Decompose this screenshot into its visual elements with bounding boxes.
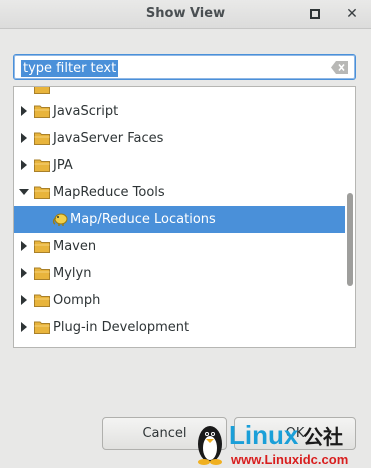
expand-arrow-icon[interactable]	[19, 268, 29, 278]
tree-item-maven[interactable]: Maven	[14, 233, 345, 260]
expand-arrow-icon[interactable]	[19, 241, 29, 251]
folder-icon	[34, 321, 50, 334]
watermark-brand: Linux	[229, 420, 299, 450]
tree-item-label: JPA	[53, 158, 73, 173]
tree-item-mapreduce-tools[interactable]: MapReduce Tools	[14, 179, 345, 206]
tree-item-jpa[interactable]: JPA	[14, 152, 345, 179]
tree-item-label: Oomph	[53, 293, 101, 308]
clear-text-icon[interactable]	[331, 61, 349, 74]
tree-item-label: Plug-in Development	[53, 320, 190, 335]
tree-item-oomph[interactable]: Oomph	[14, 287, 345, 314]
tree-item-label: Mylyn	[53, 266, 92, 281]
maximize-button[interactable]	[306, 5, 324, 23]
tree-item-label: JavaScript	[53, 104, 119, 119]
close-icon: ✕	[346, 6, 358, 22]
tree-item-label: JavaServer Faces	[53, 131, 164, 146]
tree-item-plug-in-development[interactable]: Plug-in Development	[14, 314, 345, 341]
folder-icon	[34, 105, 50, 118]
expand-arrow-icon[interactable]	[19, 160, 29, 170]
watermark-suffix: 公社	[303, 425, 343, 449]
tree-item-label: Map/Reduce Locations	[70, 212, 216, 227]
folder-icon	[34, 240, 50, 253]
tree-item-javaserver-faces[interactable]: JavaServer Faces	[14, 125, 345, 152]
tree-item-label: Maven	[53, 239, 97, 254]
title-bar: Show View ✕	[0, 0, 371, 29]
scrollbar-thumb[interactable]	[347, 193, 353, 286]
watermark-logo: Linux 公社 www.Linuxidc.com	[198, 420, 348, 467]
expand-arrow-icon[interactable]	[19, 133, 29, 143]
folder-open-icon	[34, 186, 50, 199]
expand-arrow-icon[interactable]	[19, 295, 29, 305]
folder-icon	[34, 267, 50, 280]
folder-icon	[34, 87, 50, 94]
expand-arrow-icon[interactable]	[19, 322, 29, 332]
collapse-arrow-icon[interactable]	[19, 187, 29, 197]
vertical-scrollbar[interactable]	[344, 87, 355, 347]
filter-input-text[interactable]: type filter text	[21, 60, 119, 77]
tree-item-label: MapReduce Tools	[53, 185, 165, 200]
view-tree[interactable]: JavaScript JavaServer Faces JPA MapReduc…	[13, 86, 356, 348]
watermark-url: www.Linuxidc.com	[230, 452, 348, 467]
maximize-icon	[310, 9, 320, 19]
folder-icon	[34, 294, 50, 307]
close-button[interactable]: ✕	[343, 5, 361, 23]
folder-icon	[34, 159, 50, 172]
penguin-icon	[198, 426, 222, 465]
elephant-icon	[52, 213, 68, 226]
filter-input[interactable]: type filter text	[13, 54, 356, 80]
tree-item-map-reduce-locations[interactable]: Map/Reduce Locations	[14, 206, 345, 233]
tree-item-javascript[interactable]: JavaScript	[14, 98, 345, 125]
folder-icon	[34, 132, 50, 145]
expand-arrow-icon[interactable]	[19, 106, 29, 116]
tree-item-mylyn[interactable]: Mylyn	[14, 260, 345, 287]
